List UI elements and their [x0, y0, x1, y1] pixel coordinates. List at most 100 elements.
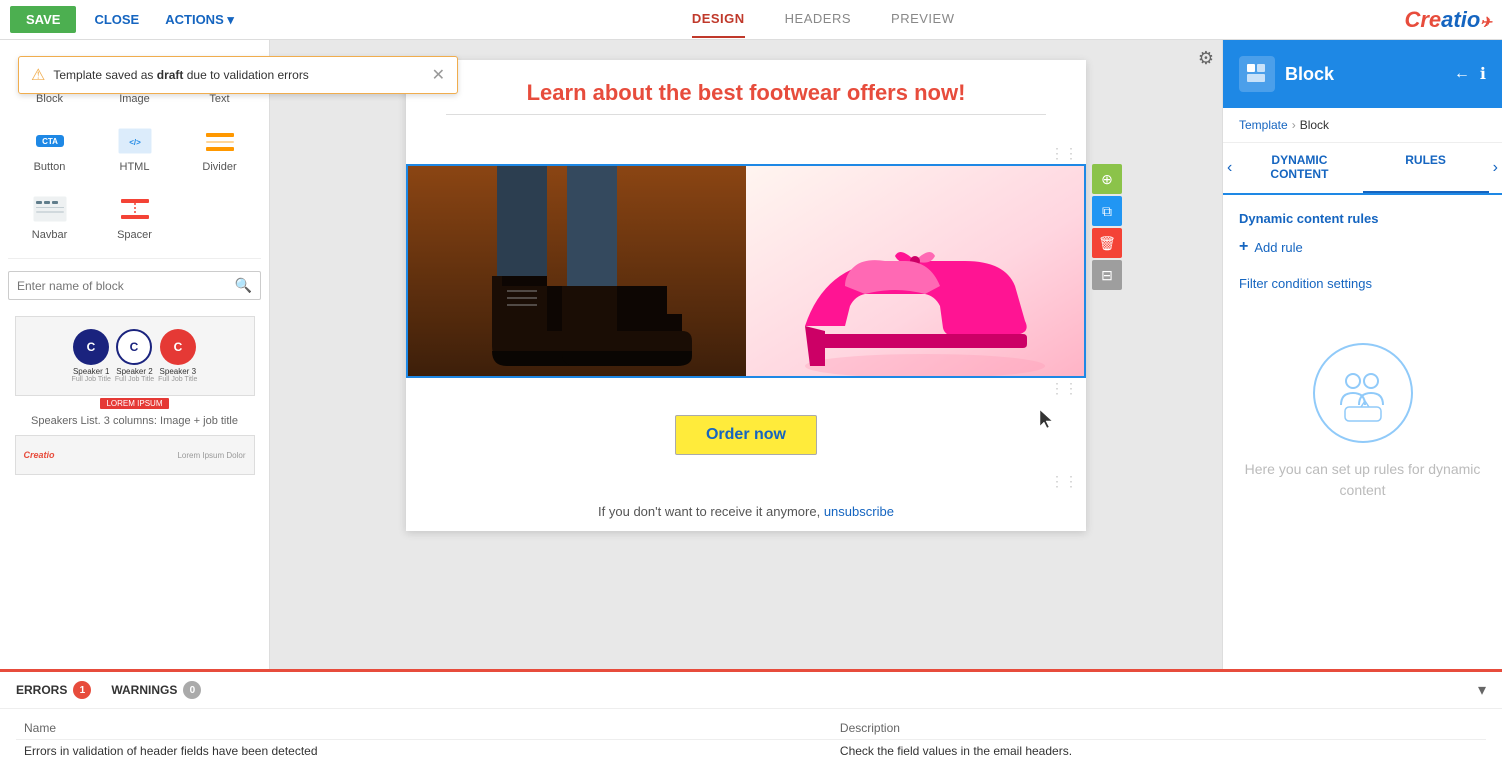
notification-bar: ⚠ Template saved as draft due to validat…	[18, 56, 458, 94]
more-dots-2[interactable]: ⋮⋮	[406, 378, 1086, 399]
more-block-button[interactable]: ⊟	[1092, 260, 1122, 290]
navbar-icon	[30, 193, 70, 225]
right-panel-title: Block	[1285, 64, 1444, 85]
speakers-block-item[interactable]: C Speaker 1 Full Job Title C Speaker 2 F…	[8, 316, 261, 427]
error-name: Errors in validation of header fields ha…	[16, 740, 832, 763]
image-block[interactable]	[406, 164, 1086, 378]
warning-icon: ⚠	[31, 65, 45, 85]
sidebar-item-button[interactable]: CTA Button	[8, 116, 91, 182]
right-sidebar-header: Block ← ℹ	[1223, 40, 1502, 108]
html-label: HTML	[120, 161, 150, 173]
svg-text:C: C	[87, 340, 96, 354]
filter-condition-title: Filter condition settings	[1239, 276, 1486, 291]
add-rule-label: Add rule	[1254, 240, 1302, 255]
sidebar-item-html[interactable]: </> HTML	[93, 116, 176, 182]
right-panel-tabs: ‹ DYNAMIC CONTENT RULES ›	[1223, 143, 1502, 195]
more-dots-1[interactable]: ⋮⋮	[406, 143, 1086, 164]
speakers-thumbnail: C Speaker 1 Full Job Title C Speaker 2 F…	[15, 316, 255, 396]
actions-button[interactable]: ACTIONS	[157, 6, 242, 34]
cta-area: Order now	[406, 399, 1086, 471]
sidebar-item-navbar[interactable]: Navbar	[8, 184, 91, 250]
sidebar-item-divider[interactable]: Divider	[178, 116, 261, 182]
svg-text:C: C	[173, 340, 182, 354]
speaker-1: C Speaker 1 Full Job Title	[72, 329, 111, 383]
warnings-tab[interactable]: WARNINGS 0	[111, 681, 201, 699]
errors-col-name: Name	[16, 717, 832, 740]
svg-text:CTA: CTA	[42, 137, 58, 146]
right-panel-nav-left[interactable]: ←	[1454, 65, 1470, 83]
spacer-icon	[115, 193, 155, 225]
right-panel-info-button[interactable]: ℹ	[1480, 64, 1486, 84]
unsubscribe-text: If you don't want to receive it anymore,	[598, 504, 820, 519]
tab-dynamic-content[interactable]: DYNAMIC CONTENT	[1236, 143, 1362, 193]
tab-right-arrow[interactable]: ›	[1493, 159, 1498, 177]
header-block-item[interactable]: Creatio Lorem Ipsum Dolor	[8, 435, 261, 475]
email-headline: Learn about the best footwear offers now…	[426, 80, 1066, 106]
block-search-box[interactable]: 🔍	[8, 271, 261, 300]
tab-design[interactable]: DESIGN	[692, 1, 745, 38]
speaker-2-avatar: C	[116, 329, 152, 365]
search-input[interactable]	[17, 279, 235, 293]
more-dots-3[interactable]: ⋮⋮	[406, 471, 1086, 492]
tab-rules[interactable]: RULES	[1363, 143, 1489, 193]
speaker-2: C Speaker 2 Full Job Title	[115, 329, 154, 383]
block-panel-icon	[1239, 56, 1275, 92]
speaker-3-avatar: C	[160, 329, 196, 365]
warnings-count-badge: 0	[183, 681, 201, 699]
spacer-label: Spacer	[117, 229, 152, 241]
email-canvas: Learn about the best footwear offers now…	[406, 60, 1086, 531]
save-button[interactable]: SAVE	[10, 6, 76, 33]
settings-gear-button[interactable]: ⚙	[1198, 48, 1214, 69]
tab-nav-left[interactable]: ‹	[1223, 143, 1236, 193]
header-thumb-logo: Creatio	[24, 450, 55, 460]
placeholder-graphic: Here you can set up rules for dynamic co…	[1223, 323, 1502, 521]
breadcrumb-separator: ›	[1292, 118, 1296, 132]
errors-content: Name Description Errors in validation of…	[0, 709, 1502, 770]
svg-text:C: C	[130, 340, 139, 354]
canvas-area: ⚙ Learn about the best footwear offers n…	[270, 40, 1222, 669]
notification-text: Template saved as draft due to validatio…	[53, 68, 423, 82]
unsubscribe-link[interactable]: unsubscribe	[824, 504, 894, 519]
error-description: Check the field values in the email head…	[832, 740, 1486, 763]
unsubscribe-area: If you don't want to receive it anymore,…	[406, 492, 1086, 531]
speaker-1-avatar: C	[73, 329, 109, 365]
divider-label: Divider	[202, 161, 236, 173]
lorem-badge: LOREM IPSUM	[100, 398, 168, 409]
main-area: Block Image	[0, 40, 1502, 669]
rules-content: Dynamic content rules + Add rule Filter …	[1223, 195, 1502, 323]
errors-col-description: Description	[832, 717, 1486, 740]
sidebar-divider-1	[8, 258, 261, 259]
block-controls: ⊕ ⧉ 🗑 ⊟	[1092, 164, 1122, 290]
navbar-label: Navbar	[32, 229, 67, 241]
logo-text: Creatio✈	[1404, 10, 1492, 32]
errors-tab[interactable]: ERRORS 1	[16, 681, 91, 699]
dynamic-content-rules-title: Dynamic content rules	[1239, 211, 1486, 226]
delete-block-button[interactable]: 🗑	[1092, 228, 1122, 258]
breadcrumb-root[interactable]: Template	[1239, 118, 1288, 132]
tab-headers[interactable]: HEADERS	[785, 1, 851, 38]
tab-left-arrow[interactable]: ‹	[1227, 159, 1232, 177]
copy-block-button[interactable]: ⧉	[1092, 196, 1122, 226]
errors-panel: ERRORS 1 WARNINGS 0 ▾ Name Description E…	[0, 669, 1502, 770]
move-block-button[interactable]: ⊕	[1092, 164, 1122, 194]
toolbar: SAVE CLOSE ACTIONS DESIGN HEADERS PREVIE…	[0, 0, 1502, 40]
errors-count-badge: 1	[73, 681, 91, 699]
collapse-errors-button[interactable]: ▾	[1478, 680, 1486, 700]
cta-button[interactable]: Order now	[675, 415, 817, 455]
speaker-3-title: Full Job Title	[158, 376, 197, 383]
add-rule-plus-icon: +	[1239, 238, 1248, 256]
close-button[interactable]: CLOSE	[86, 6, 147, 33]
block-thumbnails: C Speaker 1 Full Job Title C Speaker 2 F…	[0, 308, 269, 491]
divider-icon	[200, 125, 240, 157]
errors-tab-label: ERRORS	[16, 683, 67, 697]
notification-close-button[interactable]: ✕	[432, 65, 445, 85]
add-rule-button[interactable]: + Add rule	[1239, 238, 1486, 256]
sidebar-item-spacer[interactable]: Spacer	[93, 184, 176, 250]
speaker-1-title: Full Job Title	[72, 376, 111, 383]
tab-preview[interactable]: PREVIEW	[891, 1, 954, 38]
speaker-1-name: Speaker 1	[73, 367, 109, 376]
image-label: Image	[119, 93, 150, 105]
table-row: Errors in validation of header fields ha…	[16, 740, 1486, 763]
tab-nav-right[interactable]: ›	[1489, 143, 1502, 193]
main-tabs: DESIGN HEADERS PREVIEW	[252, 1, 1395, 38]
